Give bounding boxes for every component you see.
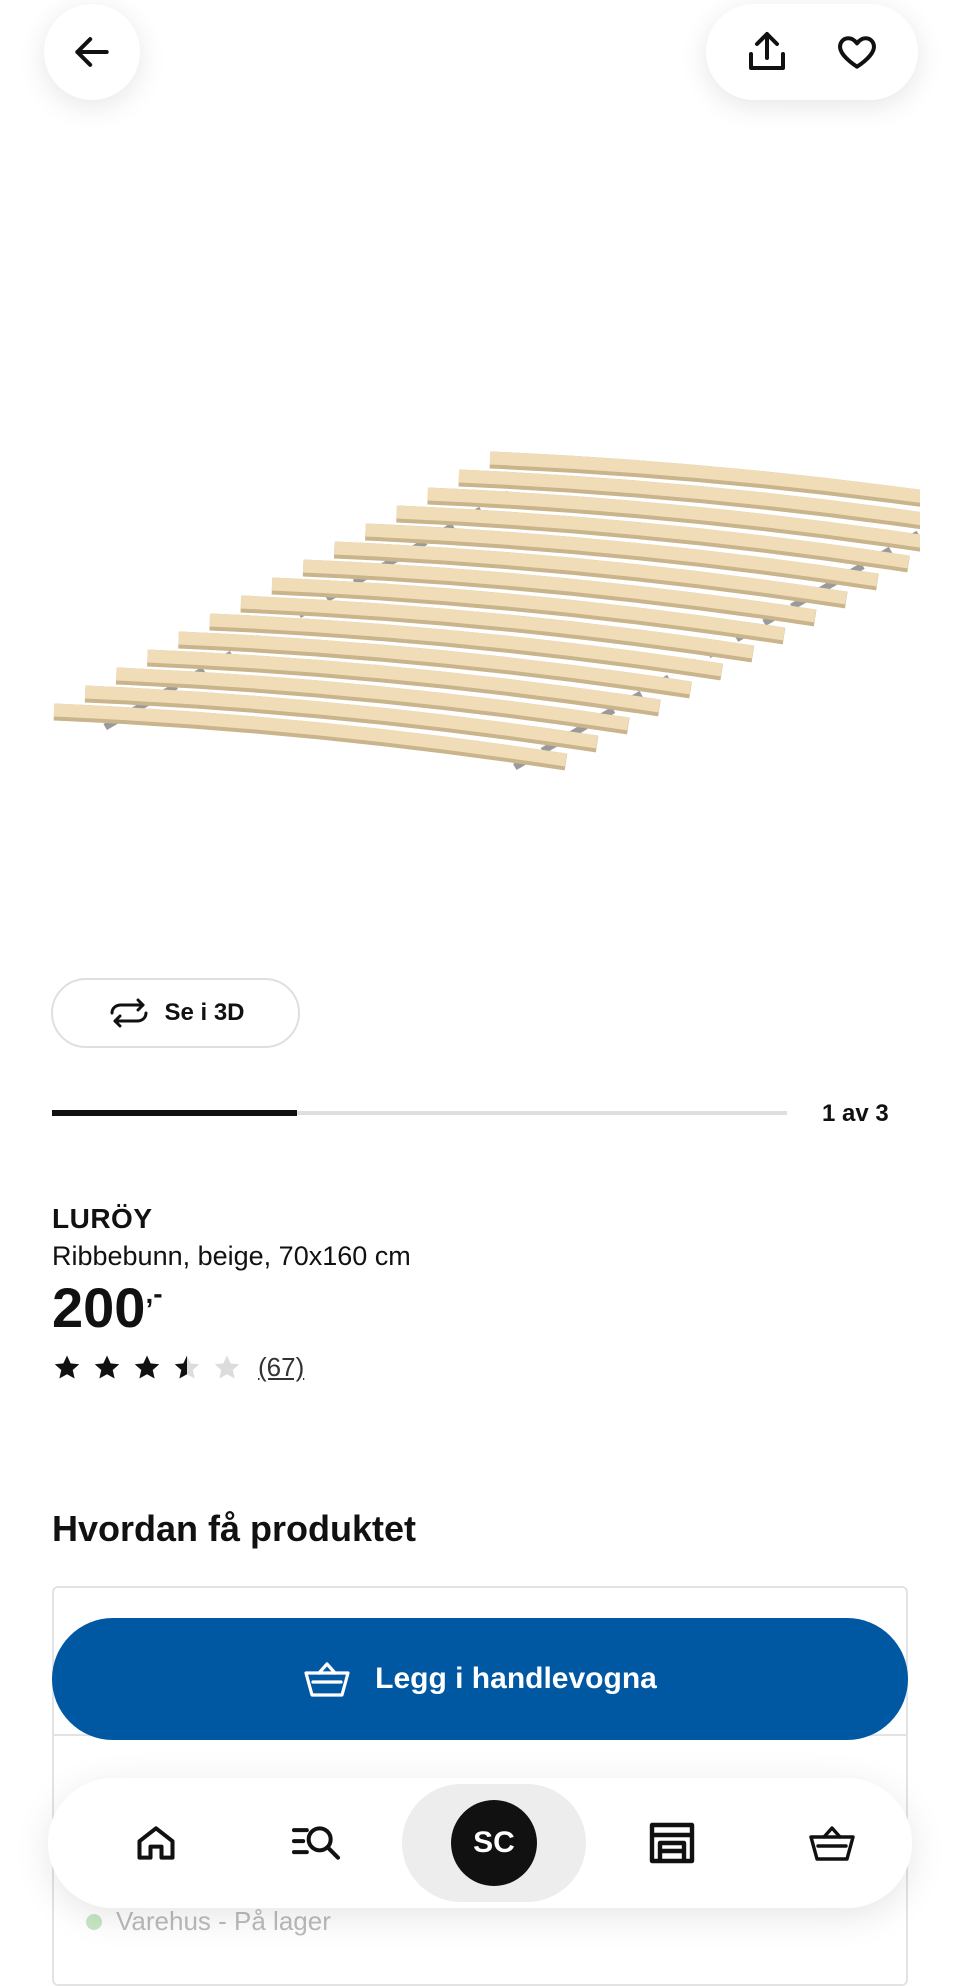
rating-stars — [52, 1353, 242, 1383]
nav-search[interactable] — [236, 1788, 396, 1898]
arrow-left-icon — [75, 37, 109, 67]
section-title-how-to-get: Hvordan få produktet — [52, 1508, 417, 1549]
favorite-button[interactable] — [825, 20, 889, 84]
cart-icon — [809, 1826, 855, 1861]
star-filled-icon — [54, 1355, 80, 1378]
product-rating[interactable]: (67) — [52, 1352, 304, 1383]
shopping-basket-icon — [304, 1662, 350, 1697]
price-value: 200 — [52, 1276, 146, 1339]
gallery-progress-fill — [52, 1110, 297, 1116]
add-to-cart-button[interactable]: Legg i handlevogna — [52, 1618, 908, 1740]
product-description: Ribbebunn, beige, 70x160 cm — [52, 1241, 411, 1271]
star-empty-icon — [214, 1355, 240, 1378]
nav-profile[interactable]: SC — [402, 1784, 586, 1902]
product-image[interactable] — [40, 440, 920, 800]
nav-home[interactable] — [76, 1788, 236, 1898]
product-brand: LURÖY — [52, 1203, 153, 1234]
price-suffix: ,- — [145, 1278, 163, 1309]
gallery-progress[interactable] — [52, 1110, 787, 1116]
product-price: 200,- — [52, 1276, 163, 1340]
store-icon — [649, 1822, 695, 1864]
nav-stores[interactable] — [592, 1788, 752, 1898]
view-3d-label: Se i 3D — [164, 999, 245, 1026]
add-to-cart-label: Legg i handlevogna — [375, 1662, 657, 1695]
review-count-link[interactable]: (67) — [258, 1352, 304, 1383]
share-button[interactable] — [735, 20, 799, 84]
nav-cart[interactable] — [752, 1788, 912, 1898]
star-filled-icon — [94, 1355, 120, 1378]
header-actions — [706, 4, 918, 100]
store-stock-status[interactable]: Varehus - På lager — [86, 1906, 331, 1937]
view-3d-button[interactable]: Se i 3D — [51, 978, 300, 1048]
home-icon — [137, 1826, 175, 1860]
gallery-page-indicator: 1 av 3 — [822, 1100, 889, 1127]
search-list-icon — [291, 1826, 341, 1860]
star-half-icon — [174, 1355, 200, 1378]
heart-icon — [838, 36, 876, 69]
store-status-label: Varehus - På lager — [116, 1906, 331, 1936]
share-upload-icon — [749, 32, 785, 70]
back-button[interactable] — [44, 4, 140, 100]
avatar: SC — [451, 1800, 537, 1886]
star-filled-icon — [134, 1355, 160, 1378]
bottom-navigation: SC — [48, 1778, 912, 1908]
rotate-3d-icon — [110, 998, 148, 1028]
in-stock-dot-icon — [86, 1913, 102, 1930]
